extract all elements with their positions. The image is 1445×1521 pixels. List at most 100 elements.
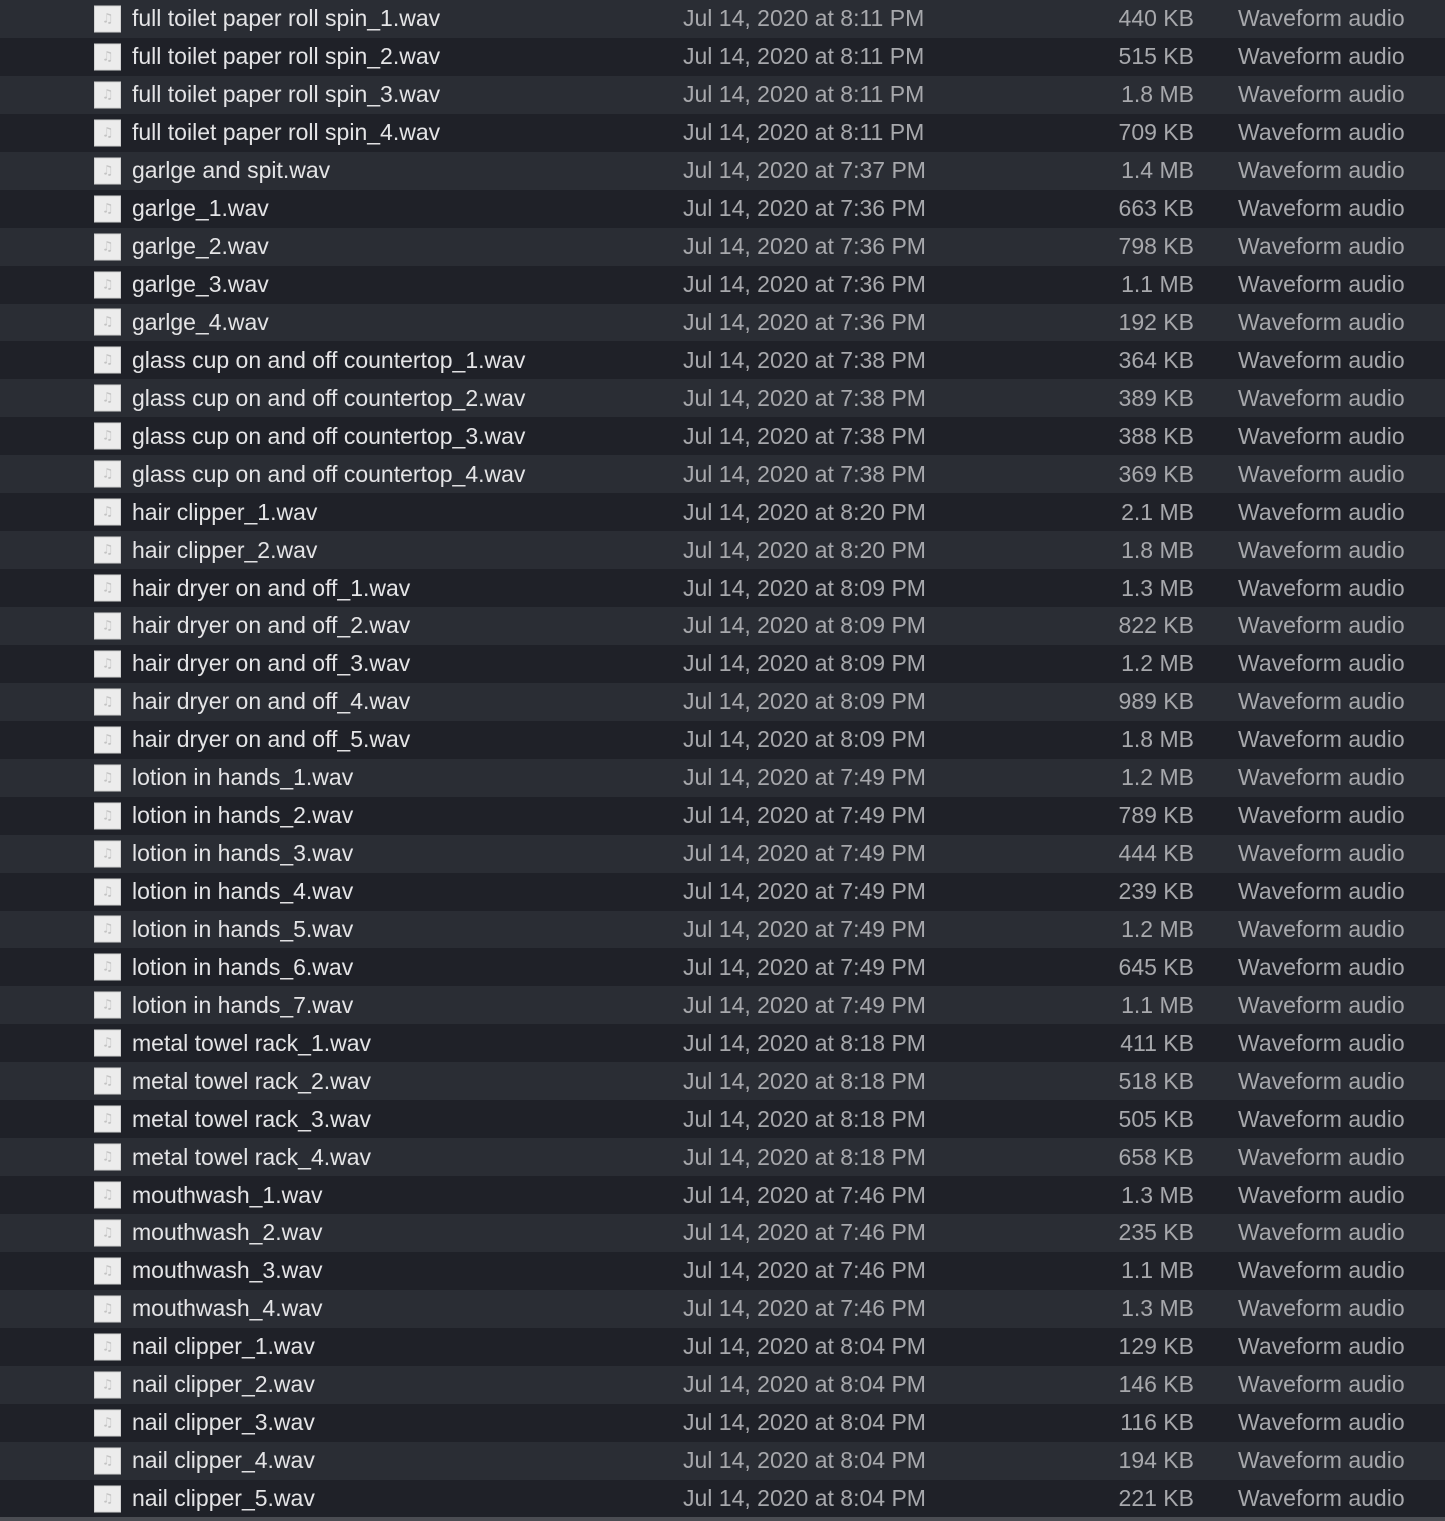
file-row[interactable]: ♫ full toilet paper roll spin_2.wav Jul …	[0, 37, 1445, 76]
audio-file-icon: ♫	[94, 195, 121, 223]
file-row[interactable]: ♫ garlge_4.wav Jul 14, 2020 at 7:36 PM 1…	[0, 303, 1445, 342]
file-row[interactable]: ♫ glass cup on and off countertop_1.wav …	[0, 341, 1445, 380]
file-row[interactable]: ♫ hair clipper_2.wav Jul 14, 2020 at 8:2…	[0, 531, 1445, 570]
file-size: 515 KB	[1118, 43, 1194, 70]
file-row[interactable]: ♫ hair clipper_1.wav Jul 14, 2020 at 8:2…	[0, 493, 1445, 532]
file-row[interactable]: ♫ garlge_2.wav Jul 14, 2020 at 7:36 PM 7…	[0, 227, 1445, 266]
file-size: 129 KB	[1118, 1333, 1194, 1360]
file-row[interactable]: ♫ nail clipper_5.wav Jul 14, 2020 at 8:0…	[0, 1479, 1445, 1518]
file-row[interactable]: ♫ lotion in hands_1.wav Jul 14, 2020 at …	[0, 758, 1445, 797]
file-row[interactable]: ♫ metal towel rack_3.wav Jul 14, 2020 at…	[0, 1100, 1445, 1139]
date-modified: Jul 14, 2020 at 8:20 PM	[683, 536, 926, 563]
date-modified: Jul 14, 2020 at 8:18 PM	[683, 1067, 926, 1094]
file-size: 364 KB	[1118, 346, 1194, 373]
file-row[interactable]: ♫ mouthwash_2.wav Jul 14, 2020 at 7:46 P…	[0, 1214, 1445, 1252]
file-kind: Waveform audio	[1238, 915, 1405, 942]
audio-file-icon: ♫	[94, 802, 121, 830]
file-size: 798 KB	[1118, 233, 1194, 260]
file-name: lotion in hands_1.wav	[132, 764, 354, 791]
audio-file-icon: ♫	[94, 991, 121, 1019]
file-kind: Waveform audio	[1238, 650, 1405, 677]
file-kind: Waveform audio	[1238, 1409, 1405, 1436]
file-row[interactable]: ♫ nail clipper_3.wav Jul 14, 2020 at 8:0…	[0, 1403, 1445, 1442]
file-kind: Waveform audio	[1238, 1333, 1405, 1360]
file-row[interactable]: ♫ hair dryer on and off_1.wav Jul 14, 20…	[0, 569, 1445, 607]
file-row[interactable]: ♫ lotion in hands_4.wav Jul 14, 2020 at …	[0, 872, 1445, 911]
file-row[interactable]: ♫ garlge and spit.wav Jul 14, 2020 at 7:…	[0, 151, 1445, 190]
file-row[interactable]: ♫ lotion in hands_5.wav Jul 14, 2020 at …	[0, 910, 1445, 949]
audio-file-icon: ♫	[94, 384, 121, 412]
file-row[interactable]: ♫ glass cup on and off countertop_3.wav …	[0, 417, 1445, 456]
file-row[interactable]: ♫ hair dryer on and off_5.wav Jul 14, 20…	[0, 720, 1445, 759]
file-row[interactable]: ♫ garlge_1.wav Jul 14, 2020 at 7:36 PM 6…	[0, 189, 1445, 228]
date-modified: Jul 14, 2020 at 8:04 PM	[683, 1333, 926, 1360]
file-kind: Waveform audio	[1238, 346, 1405, 373]
file-row[interactable]: ♫ nail clipper_4.wav Jul 14, 2020 at 8:0…	[0, 1441, 1445, 1480]
file-size: 989 KB	[1118, 688, 1194, 715]
file-row[interactable]: ♫ lotion in hands_2.wav Jul 14, 2020 at …	[0, 796, 1445, 835]
file-kind: Waveform audio	[1238, 802, 1405, 829]
audio-file-icon: ♫	[94, 498, 121, 526]
date-modified: Jul 14, 2020 at 7:38 PM	[683, 460, 926, 487]
audio-file-icon: ♫	[94, 271, 121, 299]
date-modified: Jul 14, 2020 at 8:09 PM	[683, 650, 926, 677]
file-row[interactable]: ♫ metal towel rack_2.wav Jul 14, 2020 at…	[0, 1062, 1445, 1101]
file-size: 369 KB	[1118, 460, 1194, 487]
file-name: full toilet paper roll spin_2.wav	[132, 43, 441, 70]
file-row[interactable]: ♫ hair dryer on and off_3.wav Jul 14, 20…	[0, 644, 1445, 683]
file-row[interactable]: ♫ lotion in hands_3.wav Jul 14, 2020 at …	[0, 834, 1445, 873]
file-kind: Waveform audio	[1238, 1371, 1405, 1398]
file-size: 789 KB	[1118, 802, 1194, 829]
file-row[interactable]: ♫ metal towel rack_1.wav Jul 14, 2020 at…	[0, 1024, 1445, 1063]
date-modified: Jul 14, 2020 at 7:46 PM	[683, 1295, 926, 1322]
file-kind: Waveform audio	[1238, 233, 1405, 260]
file-row[interactable]: ♫ hair dryer on and off_4.wav Jul 14, 20…	[0, 682, 1445, 721]
date-modified: Jul 14, 2020 at 7:38 PM	[683, 346, 926, 373]
file-name: glass cup on and off countertop_1.wav	[132, 346, 526, 373]
file-kind: Waveform audio	[1238, 81, 1405, 108]
date-modified: Jul 14, 2020 at 8:11 PM	[683, 43, 925, 70]
file-kind: Waveform audio	[1238, 460, 1405, 487]
file-kind: Waveform audio	[1238, 1257, 1405, 1284]
file-row[interactable]: ♫ lotion in hands_7.wav Jul 14, 2020 at …	[0, 986, 1445, 1025]
file-size: 1.2 MB	[1121, 915, 1194, 942]
file-name: mouthwash_3.wav	[132, 1257, 323, 1284]
audio-file-icon: ♫	[94, 119, 121, 147]
file-row[interactable]: ♫ mouthwash_1.wav Jul 14, 2020 at 7:46 P…	[0, 1176, 1445, 1214]
file-row[interactable]: ♫ full toilet paper roll spin_1.wav Jul …	[0, 0, 1445, 38]
audio-file-icon: ♫	[94, 1371, 121, 1399]
file-row[interactable]: ♫ nail clipper_2.wav Jul 14, 2020 at 8:0…	[0, 1365, 1445, 1404]
file-kind: Waveform audio	[1238, 1143, 1405, 1170]
date-modified: Jul 14, 2020 at 8:20 PM	[683, 498, 926, 525]
file-name: lotion in hands_2.wav	[132, 802, 354, 829]
file-kind: Waveform audio	[1238, 726, 1405, 753]
file-row[interactable]: ♫ full toilet paper roll spin_4.wav Jul …	[0, 113, 1445, 152]
file-size: 1.3 MB	[1121, 574, 1194, 601]
file-kind: Waveform audio	[1238, 5, 1405, 32]
list-bottom-border	[0, 1517, 1445, 1521]
date-modified: Jul 14, 2020 at 7:49 PM	[683, 915, 926, 942]
date-modified: Jul 14, 2020 at 8:18 PM	[683, 1143, 926, 1170]
file-name: garlge_1.wav	[132, 195, 269, 222]
file-row[interactable]: ♫ lotion in hands_6.wav Jul 14, 2020 at …	[0, 948, 1445, 987]
file-name: hair dryer on and off_4.wav	[132, 688, 411, 715]
file-row[interactable]: ♫ glass cup on and off countertop_2.wav …	[0, 379, 1445, 418]
file-row[interactable]: ♫ hair dryer on and off_2.wav Jul 14, 20…	[0, 607, 1445, 645]
file-row[interactable]: ♫ metal towel rack_4.wav Jul 14, 2020 at…	[0, 1138, 1445, 1177]
date-modified: Jul 14, 2020 at 8:04 PM	[683, 1447, 926, 1474]
file-row[interactable]: ♫ nail clipper_1.wav Jul 14, 2020 at 8:0…	[0, 1327, 1445, 1366]
file-row[interactable]: ♫ full toilet paper roll spin_3.wav Jul …	[0, 75, 1445, 114]
file-row[interactable]: ♫ glass cup on and off countertop_4.wav …	[0, 455, 1445, 494]
file-name: nail clipper_5.wav	[132, 1485, 315, 1512]
file-size: 645 KB	[1118, 953, 1194, 980]
file-name: glass cup on and off countertop_3.wav	[132, 422, 526, 449]
file-row[interactable]: ♫ mouthwash_4.wav Jul 14, 2020 at 7:46 P…	[0, 1289, 1445, 1328]
file-row[interactable]: ♫ garlge_3.wav Jul 14, 2020 at 7:36 PM 1…	[0, 265, 1445, 304]
file-size: 1.8 MB	[1121, 536, 1194, 563]
file-row[interactable]: ♫ mouthwash_3.wav Jul 14, 2020 at 7:46 P…	[0, 1251, 1445, 1290]
file-size: 194 KB	[1118, 1447, 1194, 1474]
file-name: garlge_4.wav	[132, 308, 269, 335]
file-size: 709 KB	[1118, 119, 1194, 146]
date-modified: Jul 14, 2020 at 7:46 PM	[683, 1181, 926, 1208]
file-kind: Waveform audio	[1238, 536, 1405, 563]
